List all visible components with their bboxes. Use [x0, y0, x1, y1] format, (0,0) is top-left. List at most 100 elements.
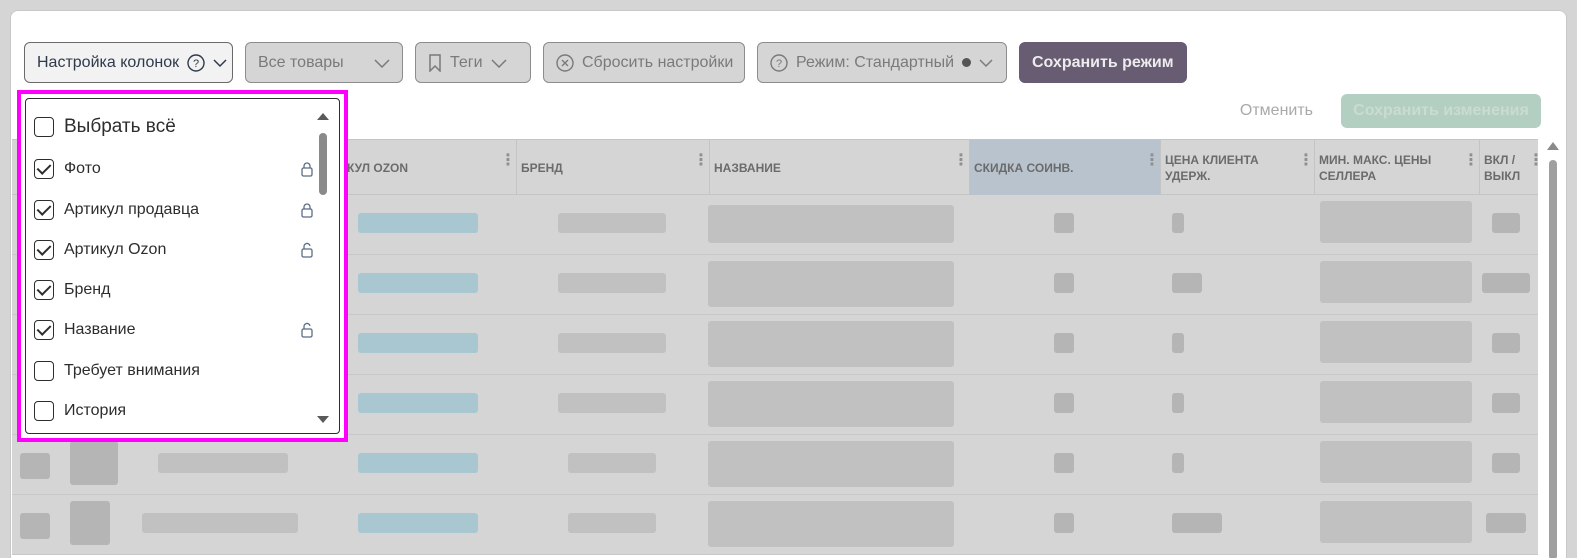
- checkbox[interactable]: [34, 361, 54, 381]
- column-option-ozon-sku[interactable]: Артикул Ozon: [34, 236, 314, 264]
- column-option-history[interactable]: История: [34, 397, 314, 425]
- scroll-up-icon[interactable]: [1547, 142, 1559, 150]
- lock-icon[interactable]: [300, 202, 314, 218]
- column-menu-icon[interactable]: ⋮: [693, 153, 709, 169]
- checkbox[interactable]: [34, 159, 54, 179]
- column-header-client-price[interactable]: ЦЕНА КЛИЕНТА УДЕРЖ. ⋮: [1160, 140, 1314, 195]
- table-row[interactable]: [12, 495, 1538, 555]
- client-price-cell: [1172, 513, 1222, 533]
- column-menu-icon[interactable]: ⋮: [953, 153, 969, 169]
- brand-cell: [558, 393, 666, 413]
- column-menu-icon[interactable]: ⋮: [1528, 153, 1544, 169]
- column-header-sku-ozon[interactable]: КУЛ OZON ⋮: [342, 140, 516, 195]
- toolbar: Настройка колонок ? Все товары Теги Сбро…: [24, 42, 1187, 84]
- column-header-min-max-price[interactable]: МИН. МАКС. ЦЕНЫ СЕЛЛЕРА ⋮: [1314, 140, 1479, 195]
- checkbox-cell[interactable]: [20, 453, 50, 479]
- column-option-name[interactable]: Название: [34, 316, 314, 344]
- column-menu-icon[interactable]: ⋮: [500, 153, 516, 169]
- toggle-cell[interactable]: [1492, 333, 1520, 353]
- column-header-on-off[interactable]: ВКЛ / ВЫКЛ ⋮: [1479, 140, 1544, 195]
- help-icon: ?: [187, 53, 205, 72]
- toggle-cell[interactable]: [1492, 453, 1520, 473]
- min-max-price-cell: [1320, 321, 1472, 363]
- select-all-option[interactable]: Выбрать всё: [34, 113, 314, 141]
- column-settings-dropdown: Выбрать всё Фото Артикул продавца Артику…: [17, 90, 348, 442]
- checkbox[interactable]: [34, 401, 54, 421]
- table-scrollbar[interactable]: [1547, 142, 1559, 558]
- min-max-price-cell: [1320, 201, 1472, 243]
- checkbox[interactable]: [34, 117, 54, 137]
- save-mode-button[interactable]: Сохранить режим: [1019, 42, 1187, 83]
- brand-cell: [558, 213, 666, 233]
- client-price-cell: [1172, 333, 1184, 353]
- unlock-icon[interactable]: [300, 322, 314, 338]
- svg-text:?: ?: [193, 58, 199, 70]
- column-menu-icon[interactable]: ⋮: [1144, 153, 1160, 169]
- all-products-select[interactable]: Все товары: [245, 42, 403, 83]
- checkbox[interactable]: [34, 320, 54, 340]
- photo-cell: [70, 441, 118, 485]
- column-header-discount[interactable]: СКИДКА СОИНВ. ⋮: [969, 140, 1160, 195]
- column-settings-button[interactable]: Настройка колонок ?: [24, 42, 233, 83]
- sku-cell: [358, 513, 478, 533]
- column-header-name[interactable]: НАЗВАНИЕ ⋮: [709, 140, 969, 195]
- column-option-seller-sku[interactable]: Артикул продавца: [34, 196, 314, 224]
- client-price-cell: [1172, 273, 1202, 293]
- client-price-cell: [1172, 213, 1184, 233]
- scroll-down-icon[interactable]: [317, 416, 329, 423]
- name-cell: [708, 501, 954, 547]
- toggle-cell[interactable]: [1492, 213, 1520, 233]
- brand-cell: [568, 453, 656, 473]
- column-settings-list: Выбрать всё Фото Артикул продавца Артику…: [25, 98, 340, 434]
- seller-sku-cell: [142, 513, 298, 533]
- min-max-price-cell: [1320, 501, 1472, 543]
- mode-label: Режим: Стандартный: [796, 53, 955, 71]
- sku-cell: [358, 273, 478, 293]
- name-cell: [708, 321, 954, 367]
- checkbox[interactable]: [34, 240, 54, 260]
- sku-cell: [358, 393, 478, 413]
- actions-bar: Отменить Сохранить изменения: [1236, 94, 1541, 128]
- checkbox[interactable]: [34, 200, 54, 220]
- mode-select[interactable]: ? Режим: Стандартный: [757, 42, 1007, 83]
- discount-cell: [1054, 453, 1074, 473]
- reset-settings-button[interactable]: Сбросить настройки: [543, 42, 745, 83]
- chevron-down-icon: [213, 58, 227, 67]
- dropdown-scrollbar[interactable]: [317, 113, 329, 423]
- column-option-needs-attention[interactable]: Требует внимания: [34, 357, 314, 385]
- column-option-photo[interactable]: Фото: [34, 155, 314, 183]
- min-max-price-cell: [1320, 261, 1472, 303]
- tags-select[interactable]: Теги: [415, 42, 531, 83]
- photo-cell: [70, 501, 110, 545]
- select-all-label: Выбрать всё: [64, 116, 176, 137]
- column-menu-icon[interactable]: ⋮: [1463, 153, 1479, 169]
- unlock-icon[interactable]: [300, 242, 314, 258]
- column-settings-label: Настройка колонок: [37, 53, 180, 71]
- brand-cell: [568, 513, 656, 533]
- scrollbar-thumb[interactable]: [319, 133, 327, 195]
- scrollbar-thumb[interactable]: [1549, 160, 1557, 558]
- column-menu-icon[interactable]: ⋮: [1298, 153, 1314, 169]
- close-circle-icon: [556, 53, 574, 72]
- bookmark-icon: [429, 53, 441, 72]
- brand-cell: [558, 333, 666, 353]
- checkbox[interactable]: [34, 280, 54, 300]
- cancel-button[interactable]: Отменить: [1236, 102, 1317, 120]
- lock-icon[interactable]: [300, 161, 314, 177]
- column-option-brand[interactable]: Бренд: [34, 276, 314, 304]
- status-dot-icon: [962, 58, 972, 67]
- toggle-cell[interactable]: [1482, 273, 1530, 293]
- checkbox-cell[interactable]: [20, 513, 50, 539]
- chevron-down-icon: [979, 58, 993, 67]
- scroll-up-icon[interactable]: [317, 113, 329, 120]
- toggle-cell[interactable]: [1486, 513, 1526, 533]
- column-header-brand[interactable]: БРЕНД ⋮: [516, 140, 709, 195]
- sku-cell: [358, 453, 478, 473]
- help-icon: ?: [770, 53, 788, 72]
- min-max-price-cell: [1320, 381, 1472, 423]
- toggle-cell[interactable]: [1492, 393, 1520, 413]
- tags-label: Теги: [450, 53, 483, 71]
- client-price-cell: [1172, 393, 1184, 413]
- table-row[interactable]: [12, 435, 1538, 495]
- save-changes-button[interactable]: Сохранить изменения: [1341, 94, 1541, 128]
